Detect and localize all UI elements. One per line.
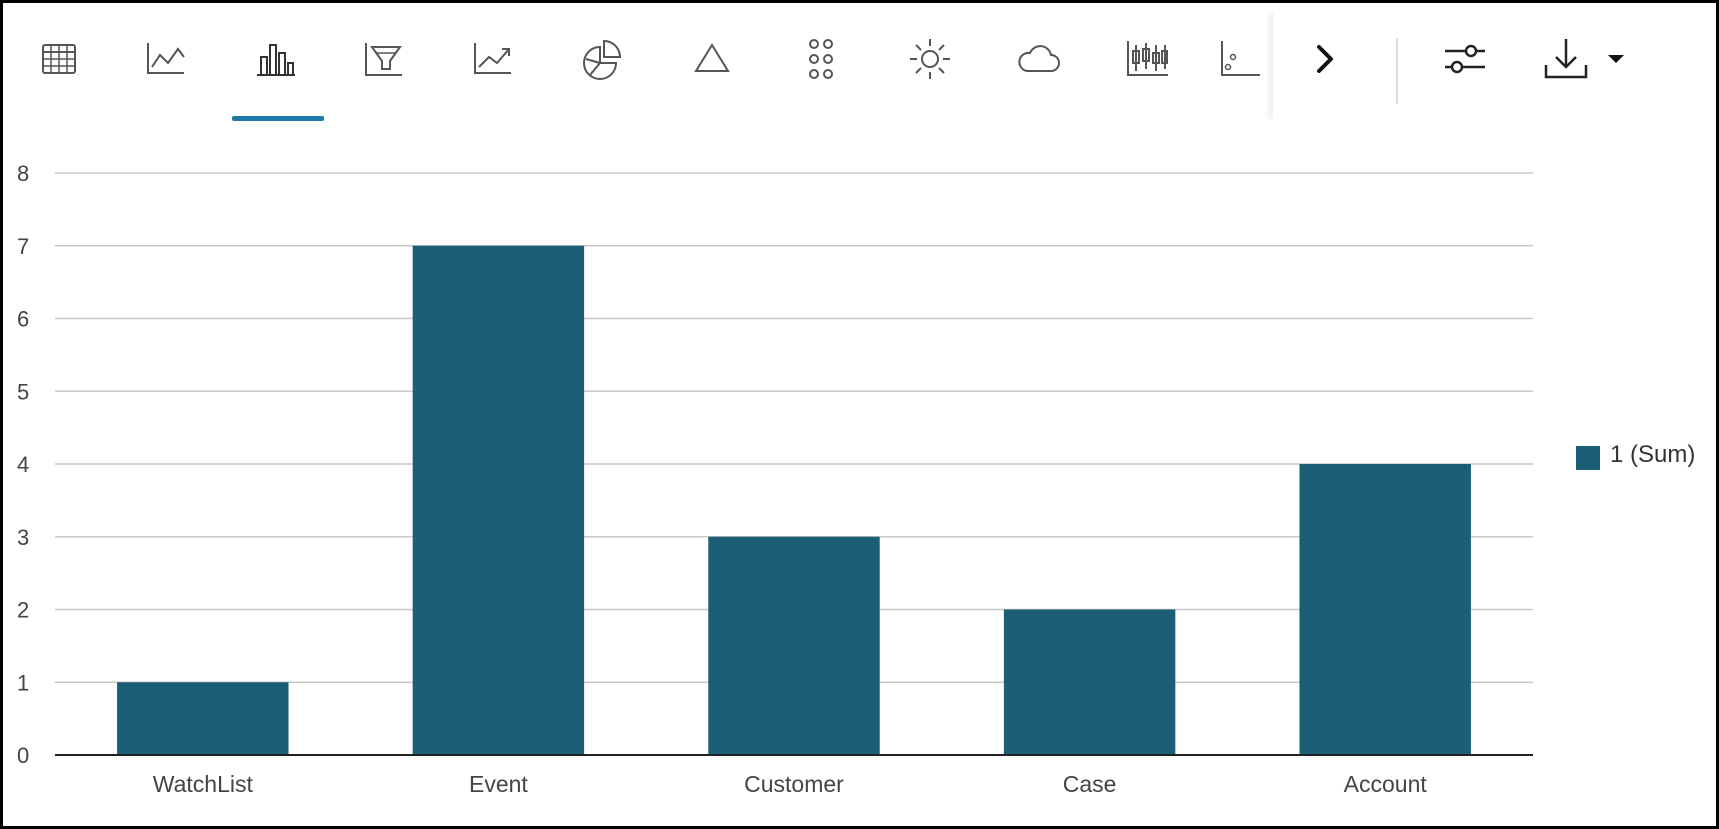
dot-grid-icon <box>809 39 833 79</box>
funnel-chart-button[interactable] <box>352 27 416 91</box>
download-icon <box>1544 39 1588 79</box>
bar <box>1299 464 1471 755</box>
stock-chart-icon <box>1127 41 1168 76</box>
y-tick-label: 2 <box>17 598 29 623</box>
x-tick-label: Customer <box>744 771 844 797</box>
settings-sliders-icon <box>1445 44 1485 74</box>
bar-chart-icon <box>257 44 295 76</box>
stock-chart-button[interactable] <box>1116 27 1180 91</box>
y-tick-label: 5 <box>17 379 29 404</box>
bar <box>1003 609 1176 755</box>
y-tick-label: 1 <box>17 670 29 695</box>
pyramid-icon <box>694 43 730 72</box>
sunburst-chart-button[interactable] <box>898 27 962 91</box>
y-tick-label: 6 <box>17 307 29 332</box>
pyramid-chart-button[interactable] <box>680 27 744 91</box>
bubble-grid-button[interactable] <box>789 27 853 91</box>
legend-label: 1 (Sum) <box>1610 441 1696 468</box>
y-tick-label: 8 <box>17 161 29 186</box>
table-view-button[interactable] <box>27 27 91 91</box>
y-tick-label: 3 <box>17 525 29 550</box>
caret-down-icon <box>1608 55 1624 63</box>
tag-cloud-button[interactable] <box>1007 27 1071 91</box>
funnel-icon <box>365 43 402 76</box>
y-tick-label: 7 <box>17 234 29 259</box>
toolbar-overflow-edge <box>1265 13 1273 119</box>
line-chart-button[interactable] <box>134 27 198 91</box>
active-chart-type-indicator <box>232 116 324 121</box>
chevron-right-icon <box>1317 45 1333 73</box>
legend-swatch <box>1576 446 1600 470</box>
chart-settings-button[interactable] <box>1433 27 1497 91</box>
pie-chart-icon <box>583 39 622 80</box>
toolbar-divider <box>1396 38 1398 104</box>
chart-legend: 1 (Sum) <box>1576 440 1695 470</box>
chart-view-panel: 0 1 2 3 4 5 6 7 8 WatchList Event Customer Case Accou… <box>0 0 1719 829</box>
pie-chart-button[interactable] <box>570 27 634 91</box>
bar <box>708 536 880 755</box>
trend-chart-icon <box>474 43 511 74</box>
bar-chart: 0 1 2 3 4 5 6 7 8 WatchList Event Customer Case Accou… <box>17 161 1533 797</box>
bar-chart-button[interactable] <box>243 27 307 91</box>
line-chart-icon <box>147 43 185 74</box>
y-tick-label: 0 <box>17 743 29 768</box>
download-options-dropdown[interactable] <box>1596 27 1636 91</box>
table-icon <box>42 44 76 74</box>
y-tick-label: 4 <box>17 452 29 477</box>
x-tick-label: Case <box>1063 771 1117 797</box>
sunburst-icon <box>910 39 950 79</box>
tag-cloud-icon <box>1018 45 1060 72</box>
more-chart-types-button[interactable] <box>1293 27 1357 91</box>
chart-type-toolbar <box>3 3 1716 123</box>
scatter-chart-icon <box>1221 41 1260 76</box>
trend-chart-button[interactable] <box>461 27 525 91</box>
x-tick-label: Event <box>469 771 528 797</box>
download-button[interactable] <box>1534 27 1598 91</box>
x-tick-label: Account <box>1344 771 1428 797</box>
bar <box>117 682 289 755</box>
x-tick-label: WatchList <box>153 771 254 797</box>
scatter-chart-button[interactable] <box>1216 27 1264 91</box>
bar <box>412 245 585 755</box>
